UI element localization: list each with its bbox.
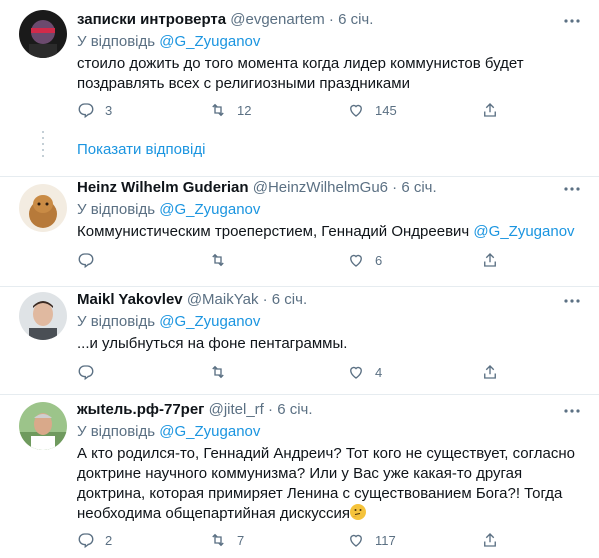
retweet-icon <box>212 533 224 547</box>
like-button[interactable]: 117 <box>347 530 396 550</box>
thread-dots <box>42 155 44 157</box>
tweet-text: А кто родился-то, Геннадий Андреич? Тот … <box>77 445 576 522</box>
timestamp[interactable]: 6 січ. <box>277 401 312 418</box>
thread-dots <box>42 143 44 145</box>
tweet-header: записки интроверта @evgenartem · 6 січ. <box>77 11 374 28</box>
display-name[interactable]: Heinz Wilhelm Guderian <box>77 179 249 196</box>
like-button[interactable]: 4 <box>347 362 382 382</box>
tweet-2[interactable]: Heinz Wilhelm Guderian @HeinzWilhelmGu6 … <box>0 176 599 287</box>
retweet-icon <box>212 103 224 117</box>
thinking-emoji <box>350 504 367 520</box>
more-icon[interactable] <box>563 402 581 420</box>
share-button[interactable] <box>481 250 499 270</box>
share-icon <box>484 533 496 547</box>
tweet-actions: 6 <box>77 250 497 270</box>
display-name[interactable]: записки интроверта <box>77 11 226 28</box>
share-icon <box>484 253 496 267</box>
tweet-actions: 3 12 145 <box>77 100 497 120</box>
reply-count: 3 <box>105 102 113 118</box>
more-icon[interactable] <box>563 12 581 30</box>
reply-mention-link[interactable]: @G_Zyuganov <box>159 201 260 218</box>
reply-context: У відповідь @G_Zyuganov <box>77 423 261 440</box>
reply-button[interactable]: 2 <box>77 530 112 550</box>
reply-icon <box>78 253 94 269</box>
text-mention-link[interactable]: @G_Zyuganov <box>473 223 574 240</box>
reply-context: У відповідь @G_Zyuganov <box>77 313 261 330</box>
retweet-button[interactable] <box>209 250 227 270</box>
retweet-button[interactable]: 7 <box>209 530 244 550</box>
thread-dots <box>42 137 44 139</box>
reply-mention-link[interactable]: @G_Zyuganov <box>159 33 260 50</box>
retweet-icon <box>212 253 224 267</box>
share-button[interactable] <box>481 530 499 550</box>
retweet-button[interactable]: 12 <box>209 100 251 120</box>
reply-button[interactable] <box>77 250 95 270</box>
reply-button[interactable]: 3 <box>77 100 112 120</box>
like-icon <box>350 366 362 379</box>
reply-count: 2 <box>105 532 113 548</box>
more-icon[interactable] <box>563 180 581 198</box>
retweet-icon <box>212 365 224 379</box>
tweet-text: Коммунистическим троеперстием, Геннадий … <box>77 223 575 240</box>
reply-icon <box>78 365 94 381</box>
thread-dots <box>42 131 44 133</box>
retweet-count: 12 <box>237 102 252 118</box>
tweet-header: Maikl Yakovlev @MaikYak · 6 січ. <box>77 291 308 308</box>
timestamp[interactable]: 6 січ. <box>338 11 373 28</box>
timestamp[interactable]: 6 січ. <box>401 179 436 196</box>
share-icon <box>484 365 496 379</box>
like-icon <box>350 534 362 547</box>
tweet-text: ...и улыбнуться на фоне пентаграммы. <box>77 335 348 352</box>
like-icon <box>350 104 362 117</box>
retweet-count: 7 <box>237 532 245 548</box>
tweet-text: стоило дожить до того момента когда лиде… <box>77 55 524 92</box>
share-icon <box>484 103 496 117</box>
more-icon[interactable] <box>563 292 581 310</box>
reply-icon <box>78 103 94 119</box>
share-button[interactable] <box>481 362 499 382</box>
show-replies-link[interactable]: Показати відповіді <box>77 140 205 160</box>
display-name[interactable]: жыtель.рф-77рег <box>77 401 204 418</box>
reply-context: У відповідь @G_Zyuganov <box>77 33 261 50</box>
avatar[interactable] <box>19 10 67 58</box>
tweet-3[interactable]: Maikl Yakovlev @MaikYak · 6 січ. У відпо… <box>0 286 599 395</box>
display-name[interactable]: Maikl Yakovlev <box>77 291 183 308</box>
tweet-header: Heinz Wilhelm Guderian @HeinzWilhelmGu6 … <box>77 179 437 196</box>
avatar[interactable] <box>19 292 67 340</box>
user-handle[interactable]: @jitel_rf <box>209 401 264 418</box>
avatar[interactable] <box>19 184 67 232</box>
like-count: 145 <box>375 102 397 118</box>
like-icon <box>350 254 362 267</box>
tweet-actions: 4 <box>77 362 497 382</box>
tweet-header: жыtель.рф-77рег @jitel_rf · 6 січ. <box>77 401 313 418</box>
thread-dots <box>42 149 44 151</box>
user-handle[interactable]: @evgenartem <box>230 11 324 28</box>
retweet-button[interactable] <box>209 362 227 382</box>
reply-button[interactable] <box>77 362 95 382</box>
reply-context: У відповідь @G_Zyuganov <box>77 201 261 218</box>
tweet-4[interactable]: жыtель.рф-77рег @jitel_rf · 6 січ. У від… <box>0 394 599 558</box>
user-handle[interactable]: @HeinzWilhelmGu6 <box>253 179 388 196</box>
like-count: 6 <box>375 252 383 268</box>
avatar[interactable] <box>19 402 67 450</box>
reply-mention-link[interactable]: @G_Zyuganov <box>159 313 260 330</box>
timestamp[interactable]: 6 січ. <box>272 291 307 308</box>
like-count: 4 <box>375 364 383 380</box>
user-handle[interactable]: @MaikYak <box>187 291 259 308</box>
share-button[interactable] <box>481 100 499 120</box>
like-button[interactable]: 145 <box>347 100 397 120</box>
like-button[interactable]: 6 <box>347 250 382 270</box>
tweet-1[interactable]: записки интроверта @evgenartem · 6 січ. … <box>0 0 599 177</box>
reply-mention-link[interactable]: @G_Zyuganov <box>159 423 260 440</box>
like-count: 117 <box>375 532 396 548</box>
reply-icon <box>78 533 94 549</box>
tweet-actions: 2 7 117 <box>77 530 497 550</box>
